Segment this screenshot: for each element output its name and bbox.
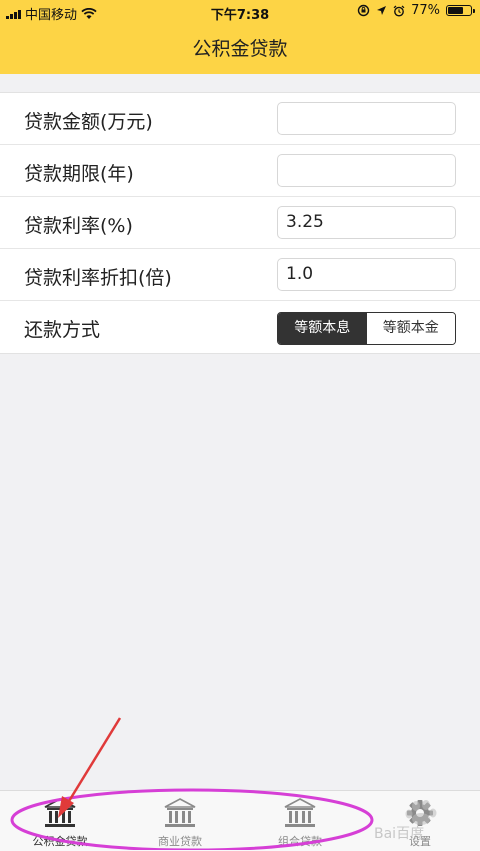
segment-equal-installment[interactable]: 等额本息 [278, 313, 367, 344]
interest-rate-input[interactable]: 3.25 [277, 206, 456, 239]
form-row-interest-rate: 贷款利率(%) 3.25 [0, 197, 480, 249]
battery-fill [448, 7, 463, 14]
location-icon [377, 6, 387, 15]
loan-amount-input[interactable] [277, 102, 456, 135]
tab-label: 商业贷款 [158, 835, 202, 848]
form-row-loan-amount: 贷款金额(万元) [0, 93, 480, 145]
app-header: 中国移动 下午7:38 77% 公积金贷款 [0, 0, 480, 74]
baidu-watermark: Bai百度 [372, 800, 472, 844]
form-row-repayment-method: 还款方式 等额本息 等额本金 [0, 301, 480, 353]
status-right: 77% [357, 3, 475, 18]
tab-label: 组合贷款 [278, 835, 322, 848]
paw-logo-icon: Bai百度 [374, 800, 437, 842]
tab-commercial-loan[interactable]: 商业贷款 [120, 791, 240, 851]
loan-amount-label: 贷款金额(万元) [24, 111, 153, 133]
repayment-method-label: 还款方式 [24, 319, 101, 341]
rate-discount-input[interactable]: 1.0 [277, 258, 456, 291]
tab-combined-loan[interactable]: 组合贷款 [240, 791, 360, 851]
rate-discount-label: 贷款利率折扣(倍) [24, 267, 172, 289]
battery-icon [446, 5, 475, 16]
watermark-text: Bai百度 [374, 826, 424, 842]
form-row-rate-discount: 贷款利率折扣(倍) 1.0 [0, 249, 480, 301]
repayment-method-segmented-control: 等额本息 等额本金 [277, 312, 456, 345]
loan-term-label: 贷款期限(年) [24, 163, 134, 185]
rotation-lock-icon [357, 4, 370, 17]
page-title: 公积金贷款 [192, 38, 288, 60]
battery-percent: 77% [411, 3, 440, 18]
tab-label: 公积金贷款 [32, 835, 88, 848]
tab-provident-fund-loan[interactable]: 公积金贷款 [0, 791, 120, 851]
bank-icon [44, 798, 76, 827]
loan-term-input[interactable] [277, 154, 456, 187]
loan-form: 贷款金额(万元) 贷款期限(年) 贷款利率(%) 3.25 贷款利率折扣(倍) … [0, 92, 480, 354]
alarm-icon [393, 5, 405, 16]
segment-equal-principal[interactable]: 等额本金 [366, 313, 455, 344]
form-row-loan-term: 贷款期限(年) [0, 145, 480, 197]
status-bar: 中国移动 下午7:38 77% [0, 0, 480, 24]
bank-icon [284, 798, 316, 827]
bank-icon [164, 798, 196, 827]
interest-rate-label: 贷款利率(%) [24, 215, 133, 237]
